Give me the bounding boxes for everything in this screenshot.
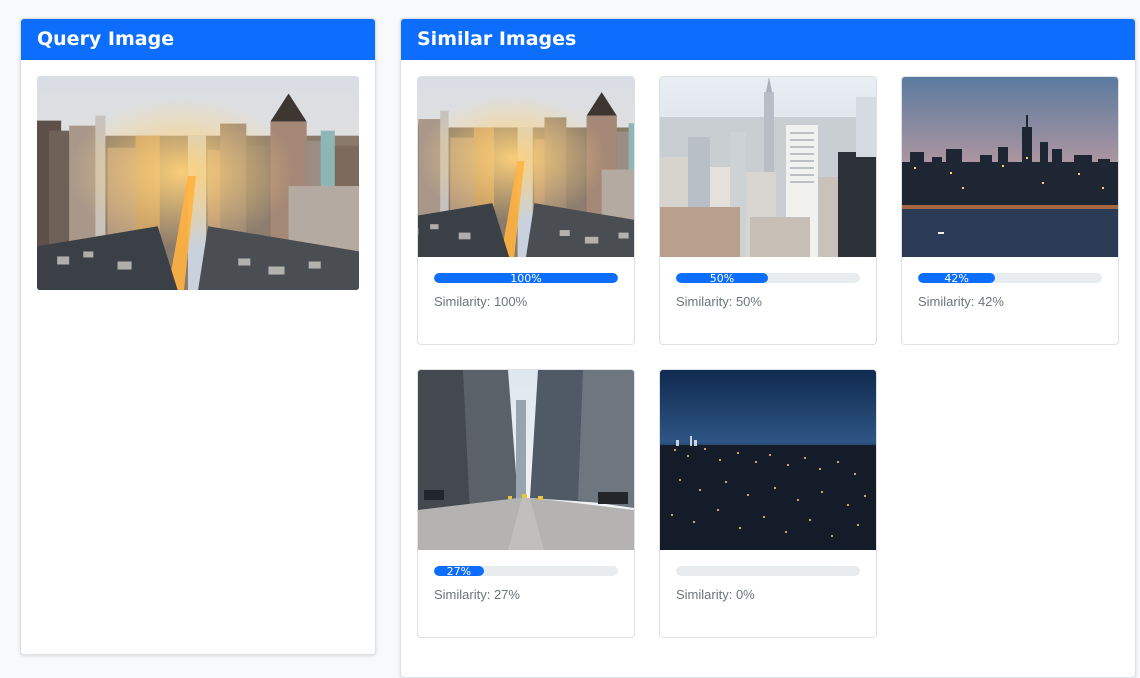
result-image[interactable] xyxy=(418,77,634,257)
similarity-progress-bar: 27% xyxy=(434,566,618,576)
result-image[interactable] xyxy=(660,370,876,550)
result-image[interactable] xyxy=(418,370,634,550)
similarity-text: Similarity: 100% xyxy=(434,294,528,309)
result-card[interactable]: 100% Similarity: 100% xyxy=(417,76,635,345)
similarity-progress-fill: 50% xyxy=(676,273,768,283)
similarity-progress-bar: 100% xyxy=(434,273,618,283)
similarity-text: Similarity: 27% xyxy=(434,587,520,602)
result-card[interactable]: 50% Similarity: 50% xyxy=(659,76,877,345)
result-image[interactable] xyxy=(660,77,876,257)
result-image[interactable] xyxy=(902,77,1118,257)
result-card[interactable]: 27% Similarity: 27% xyxy=(417,369,635,638)
query-image-panel: Query Image xyxy=(20,18,376,655)
similarity-progress-bar: 42% xyxy=(918,273,1102,283)
similarity-progress-fill: 27% xyxy=(434,566,484,576)
result-card[interactable]: Similarity: 0% xyxy=(659,369,877,638)
query-image[interactable] xyxy=(37,76,359,290)
result-card[interactable]: 42% Similarity: 42% xyxy=(901,76,1119,345)
similarity-progress-fill: 100% xyxy=(434,273,618,283)
similarity-progress-bar: 50% xyxy=(676,273,860,283)
similarity-text: Similarity: 42% xyxy=(918,294,1004,309)
similarity-text: Similarity: 50% xyxy=(676,294,762,309)
query-panel-title: Query Image xyxy=(21,19,375,60)
similar-panel-title: Similar Images xyxy=(401,19,1135,60)
similarity-progress-bar xyxy=(676,566,860,576)
similarity-text: Similarity: 0% xyxy=(676,587,755,602)
similarity-progress-fill: 42% xyxy=(918,273,996,283)
similar-images-panel: Similar Images 100% Similarity: 100% 50%… xyxy=(400,18,1136,678)
